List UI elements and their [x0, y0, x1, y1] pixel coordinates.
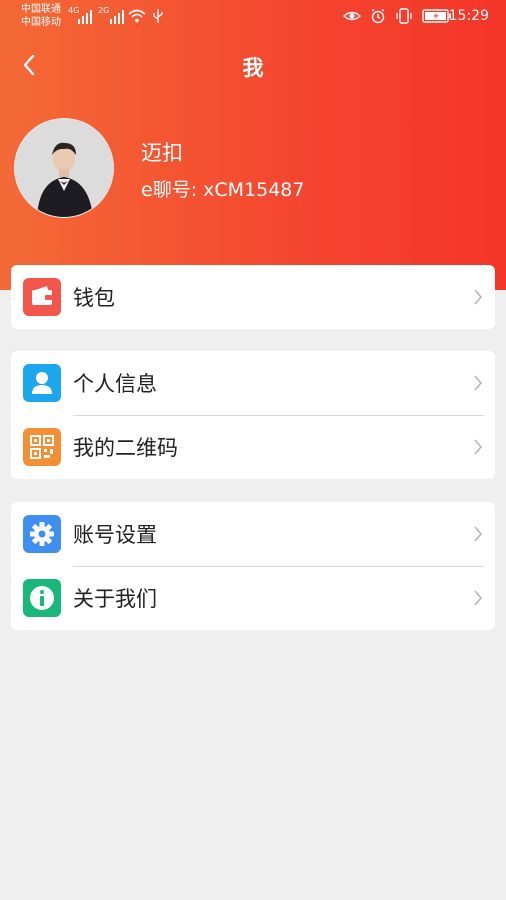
profile-id: e聊号: xCM15487	[141, 179, 305, 201]
nav-bar: 我	[0, 42, 506, 90]
signal-bars-2	[110, 8, 124, 24]
menu-label-qr-code: 我的二维码	[73, 436, 178, 460]
clock: 15:29	[448, 8, 489, 24]
info-icon	[23, 579, 61, 617]
profile-name: 迈扣	[141, 141, 183, 165]
eye-icon	[343, 11, 361, 21]
menu-item-account-settings[interactable]: 账号设置	[11, 502, 495, 566]
alarm-icon	[371, 8, 385, 24]
menu-label-personal-info: 个人信息	[73, 372, 157, 396]
menu-item-qr-code[interactable]: 我的二维码	[11, 415, 495, 479]
vibrate-icon	[396, 8, 412, 24]
wallet-card: 钱包	[11, 265, 495, 329]
person-icon	[23, 364, 61, 402]
gear-icon	[23, 515, 61, 553]
qr-code-icon	[23, 428, 61, 466]
avatar[interactable]	[14, 118, 114, 218]
usb-icon	[153, 9, 163, 23]
carrier-2: 中国移动	[21, 17, 61, 28]
menu-label-about-us: 关于我们	[73, 587, 157, 611]
status-bar: 中国联通 中国移动 4G 2G 15:29	[0, 0, 506, 34]
chevron-right-icon	[474, 526, 483, 542]
profile-card: 个人信息 我的二维码	[11, 351, 495, 479]
chevron-right-icon	[474, 289, 483, 305]
chevron-right-icon	[474, 439, 483, 455]
carrier-1: 中国联通	[21, 4, 61, 15]
menu-item-personal-info[interactable]: 个人信息	[11, 351, 495, 415]
page-title: 我	[242, 56, 264, 80]
wifi-icon	[128, 9, 146, 23]
carrier-info: 中国联通 中国移动	[21, 3, 61, 29]
menu-label-account-settings: 账号设置	[73, 523, 157, 547]
battery-icon	[422, 9, 451, 23]
signal-bars-1	[78, 8, 92, 24]
chevron-right-icon	[474, 375, 483, 391]
menu-item-about-us[interactable]: 关于我们	[11, 566, 495, 630]
network-type-2: 2G	[98, 6, 110, 15]
menu-label-wallet: 钱包	[73, 286, 115, 310]
wallet-icon	[23, 278, 61, 316]
chevron-right-icon	[474, 590, 483, 606]
settings-card: 账号设置 关于我们	[11, 502, 495, 630]
menu-item-wallet[interactable]: 钱包	[11, 265, 495, 329]
